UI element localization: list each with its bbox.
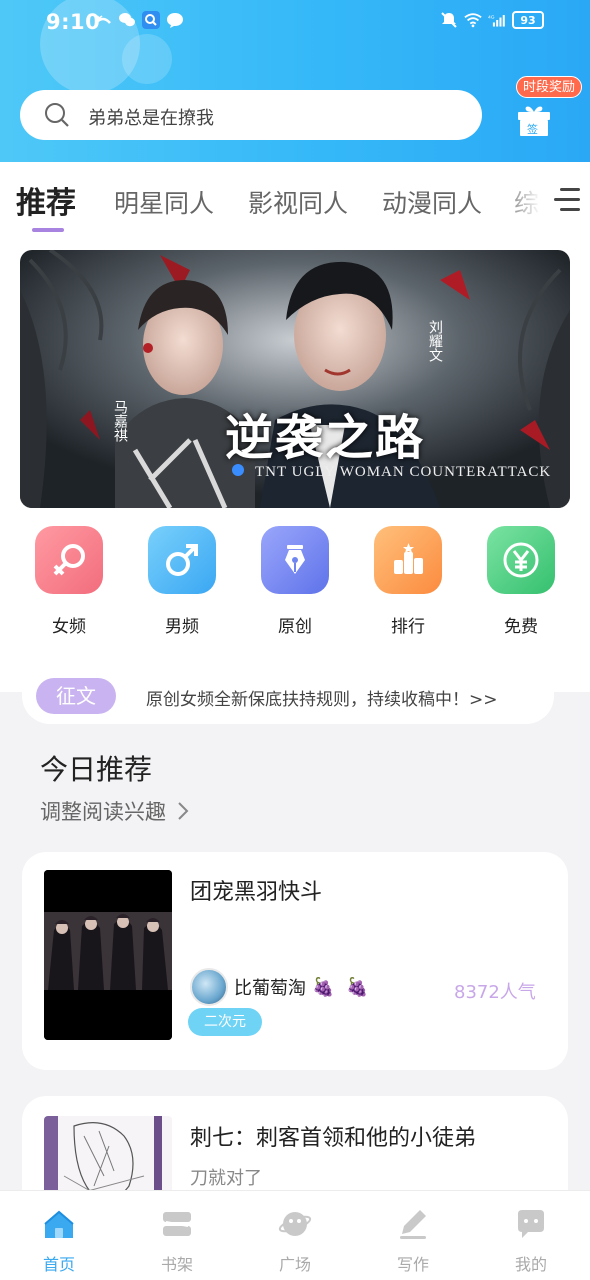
planet-icon: [255, 1207, 335, 1241]
adjust-interest-link[interactable]: 调整阅读兴趣: [40, 796, 189, 826]
category-grid: 女频 男频 原创 排行 免费: [0, 526, 590, 637]
gift-icon: 签: [516, 102, 552, 140]
nav-write[interactable]: 写作: [373, 1207, 453, 1275]
category-label: 免费: [504, 617, 538, 637]
promo-banner[interactable]: 马嘉祺 刘耀文 逆袭之路 TNT UGLY WOMAN COUNTERATTAC…: [20, 250, 570, 508]
main-content: 推荐 明星同人 影视同人 动漫同人 综影: [0, 162, 590, 692]
svg-text:马嘉祺: 马嘉祺: [112, 400, 128, 442]
tab-anime-fanfic[interactable]: 动漫同人: [382, 184, 482, 220]
nav-profile[interactable]: 我的: [491, 1207, 571, 1275]
search-app-icon: [142, 11, 160, 29]
genre-tag: 二次元: [188, 1008, 262, 1036]
popularity-count: 8372人气: [454, 982, 536, 1003]
pen-icon: [261, 526, 329, 594]
adjust-interest-label: 调整阅读兴趣: [40, 800, 166, 824]
tab-recommend[interactable]: 推荐: [16, 178, 76, 222]
status-bar: 9:10 4G 93: [0, 0, 590, 44]
menu-icon[interactable]: [552, 186, 582, 218]
mute-icon: [440, 11, 458, 29]
write-icon: [373, 1207, 453, 1241]
category-label: 女频: [52, 617, 86, 637]
ranking-icon: [374, 526, 442, 594]
nav-label: 写作: [396, 1255, 429, 1274]
category-male[interactable]: 男频: [137, 526, 227, 637]
svg-text:签: 签: [527, 122, 538, 136]
yen-icon: [487, 526, 555, 594]
category-label: 原创: [278, 617, 312, 637]
author-name: 比葡萄淘: [234, 978, 306, 999]
battery-indicator: 93: [512, 11, 544, 29]
category-original[interactable]: 原创: [250, 526, 340, 637]
message-icon: [166, 11, 184, 29]
nav-label: 广场: [278, 1255, 311, 1274]
status-time: 9:10: [46, 10, 101, 34]
book-title: 团宠黑羽快斗: [190, 880, 323, 905]
tab-film-fanfic[interactable]: 影视同人: [248, 184, 348, 220]
book-title: 刺七：刺客首领和他的小徒弟: [190, 1126, 477, 1151]
chevron-right-icon: [177, 801, 189, 826]
category-tabs: 推荐 明星同人 影视同人 动漫同人 综影: [0, 162, 590, 242]
wifi-icon: [464, 11, 482, 29]
category-ranking[interactable]: 排行: [363, 526, 453, 637]
reward-badge: 时段奖励: [516, 76, 583, 98]
search-placeholder: 弟弟总是在撩我: [88, 108, 214, 129]
book-description: 刀就对了: [190, 1168, 262, 1189]
signal-icon: 4G: [488, 11, 506, 29]
svg-text:4G: 4G: [488, 14, 495, 20]
home-icon: [19, 1207, 99, 1241]
search-icon: [44, 102, 70, 132]
section-title: 今日推荐: [40, 753, 153, 786]
status-right: 4G 93: [440, 11, 544, 29]
notice-pill: 征文: [36, 678, 116, 714]
bottom-nav: 首页 书架 广场 写作 我的: [0, 1190, 590, 1280]
notice-text: 原创女频全新保底扶持规则，持续收稿中！>>: [146, 690, 498, 710]
banner-subtitle: TNT UGLY WOMAN COUNTERATTACK: [255, 464, 552, 480]
grape-icon: 🍇: [312, 976, 335, 998]
male-icon: [148, 526, 216, 594]
svg-text:刘耀文: 刘耀文: [427, 320, 443, 362]
tab-active-indicator: [32, 228, 64, 232]
nav-bookshelf[interactable]: 书架: [137, 1207, 217, 1275]
book-card[interactable]: 团宠黑羽快斗 比葡萄淘 🍇 🍇 8372人气 二次元: [22, 852, 568, 1070]
phone-missed-icon: [94, 11, 112, 29]
wechat-icon: [118, 11, 136, 29]
notice-bar[interactable]: 征文 原创女频全新保底扶持规则，持续收稿中！>>: [22, 668, 554, 724]
notification-icons: [94, 11, 184, 29]
nav-label: 书架: [160, 1255, 193, 1274]
category-label: 男频: [165, 617, 199, 637]
search-bar[interactable]: 弟弟总是在撩我: [20, 90, 482, 140]
category-label: 排行: [391, 617, 425, 637]
nav-square[interactable]: 广场: [255, 1207, 335, 1275]
tab-star-fanfic[interactable]: 明星同人: [114, 184, 214, 220]
carousel-indicator: [232, 464, 244, 476]
header: 9:10 4G 93 弟弟总是在撩我 时段奖励 签: [0, 0, 590, 162]
nav-home[interactable]: 首页: [19, 1207, 99, 1275]
avatar: [190, 968, 228, 1006]
nav-label: 我的: [514, 1255, 547, 1274]
book-author: 比葡萄淘 🍇 🍇: [190, 968, 369, 1006]
nav-label: 首页: [42, 1255, 75, 1274]
category-female[interactable]: 女频: [24, 526, 114, 637]
reward-button[interactable]: 时段奖励 签: [512, 76, 583, 140]
female-icon: [35, 526, 103, 594]
category-free[interactable]: 免费: [476, 526, 566, 637]
profile-icon: [491, 1207, 571, 1241]
banner-title: 逆袭之路: [225, 410, 426, 466]
grape-icon: 🍇: [346, 976, 369, 998]
bookshelf-icon: [137, 1207, 217, 1241]
book-cover: [44, 870, 172, 1040]
